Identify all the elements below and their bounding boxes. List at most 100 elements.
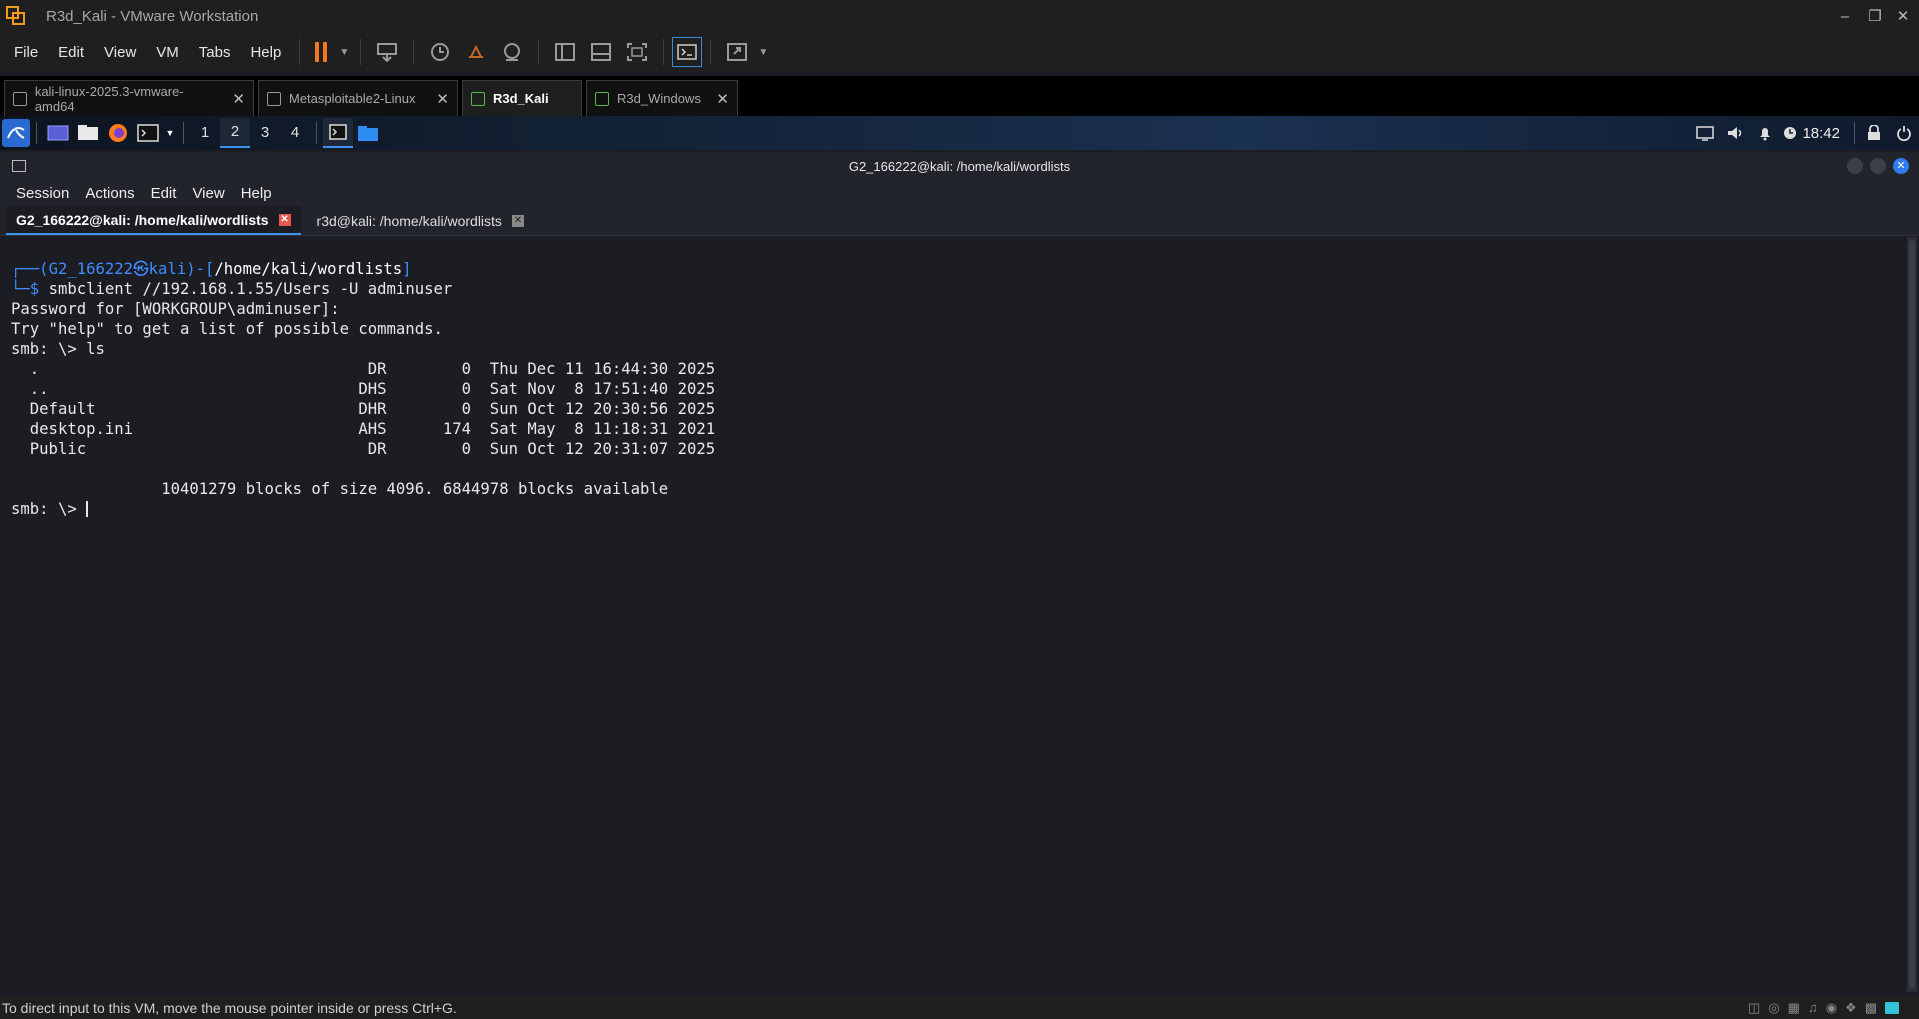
close-icon[interactable]: ✕ (220, 90, 245, 108)
snapshot-manager-icon[interactable] (494, 37, 530, 67)
lock-icon[interactable] (1859, 118, 1889, 148)
chevron-down-icon[interactable]: ▼ (163, 118, 177, 148)
text-cursor (86, 501, 89, 517)
workspace-1[interactable]: 1 (190, 119, 220, 147)
sound-card-icon[interactable]: ♫ (1808, 1000, 1818, 1015)
revert-snapshot-icon[interactable] (458, 37, 494, 67)
terminal-icon[interactable] (133, 118, 163, 148)
taskbar-folder-icon[interactable] (353, 118, 383, 148)
menu-vm[interactable]: VM (146, 44, 189, 61)
taskbar-terminal-icon[interactable] (323, 118, 353, 148)
volume-icon[interactable] (1720, 118, 1750, 148)
show-desktop-icon[interactable] (43, 118, 73, 148)
vm-tab-bar: kali-linux-2025.3-vmware-amd64 ✕ Metaspl… (0, 76, 1919, 116)
close-tab-icon[interactable]: ✕ (511, 214, 524, 227)
vm-tab-kali-linux[interactable]: kali-linux-2025.3-vmware-amd64 ✕ (4, 80, 254, 116)
library-view-icon[interactable] (547, 37, 583, 67)
workspace-4[interactable]: 4 (280, 119, 310, 147)
menu-edit[interactable]: Edit (143, 185, 185, 202)
vm-tab-label: kali-linux-2025.3-vmware-amd64 (34, 83, 184, 114)
help-line: Try "help" to get a list of possible com… (11, 320, 443, 338)
vmware-menubar: File Edit View VM Tabs Help ▼ ▼ (0, 32, 1919, 72)
usb-icon[interactable]: ◉ (1826, 1000, 1837, 1016)
file-manager-icon[interactable] (73, 118, 103, 148)
workspace-2[interactable]: 2 (220, 118, 250, 148)
menu-file[interactable]: File (4, 44, 48, 61)
panel-clock[interactable]: 18:42 (1802, 125, 1840, 142)
pause-icon[interactable] (308, 37, 336, 67)
menu-help[interactable]: Help (240, 44, 291, 61)
close-button[interactable]: ✕ (1893, 158, 1909, 174)
prompt-path: /home/kali/wordlists (214, 260, 403, 278)
vm-tab-label: Metasploitable2-Linux (289, 91, 416, 106)
terminal-output[interactable]: ┌──(G2_166222㉿kali)-[/home/kali/wordlist… (0, 237, 1915, 992)
vm-tab-r3d-windows[interactable]: R3d_Windows ✕ (586, 80, 738, 116)
window-title: R3d_Kali - VMware Workstation (46, 7, 259, 25)
terminal-window-icon (12, 160, 26, 172)
command-line: smbclient //192.168.1.55/Users -U adminu… (48, 280, 453, 298)
cd-dvd-icon[interactable]: ◎ (1768, 1000, 1779, 1016)
listing-row: desktop.ini AHS 174 Sat May 8 11:18:31 2… (11, 420, 716, 438)
terminal-titlebar: G2_166222@kali: /home/kali/wordlists ✕ (0, 152, 1919, 180)
minimize-button[interactable]: – (1830, 0, 1860, 32)
terminal-tab-bar: G2_166222@kali: /home/kali/wordlists ✕ r… (0, 206, 1919, 236)
chevron-down-icon[interactable]: ▼ (755, 37, 771, 67)
send-ctrl-alt-del-icon[interactable] (369, 37, 405, 67)
snapshot-icon[interactable] (422, 37, 458, 67)
vm-tab-label: R3d_Kali (493, 91, 549, 106)
menu-actions[interactable]: Actions (77, 185, 142, 202)
terminal-tab-r3d[interactable]: r3d@kali: /home/kali/wordlists ✕ (307, 206, 534, 235)
clock-icon (1780, 118, 1800, 148)
terminal-menubar: Session Actions Edit View Help (0, 180, 1919, 206)
vm-tab-r3d-kali[interactable]: R3d_Kali (462, 80, 582, 116)
close-window-button[interactable]: ✕ (1888, 0, 1918, 32)
chevron-down-icon[interactable]: ▼ (336, 37, 352, 67)
kali-top-panel: ▼ 1 2 3 4 18:42 (0, 116, 1919, 150)
vm-tab-label: R3d_Windows (617, 91, 701, 106)
listing-row: Default DHR 0 Sun Oct 12 20:30:56 2025 (11, 400, 716, 418)
menu-view[interactable]: View (184, 185, 232, 202)
stretch-guest-icon[interactable] (719, 37, 755, 67)
notification-bell-icon[interactable] (1750, 118, 1780, 148)
vmware-logo-icon (6, 6, 26, 26)
menu-help[interactable]: Help (233, 185, 280, 202)
restore-button[interactable]: ❐ (1860, 0, 1890, 32)
vmware-status-bar: To direct input to this VM, move the mou… (0, 996, 1919, 1019)
message-log-icon[interactable] (1885, 1001, 1899, 1014)
wifi-icon[interactable]: ❖ (1845, 1000, 1857, 1016)
ls-command-line: smb: \> ls (11, 340, 105, 358)
maximize-button[interactable] (1870, 158, 1886, 174)
prompt-user: G2_166222 (48, 260, 134, 278)
prompt-host: kali (148, 260, 187, 278)
workspace-3[interactable]: 3 (250, 119, 280, 147)
menu-view[interactable]: View (94, 44, 146, 61)
close-icon[interactable]: ✕ (704, 90, 729, 108)
firefox-icon[interactable] (103, 118, 133, 148)
hard-disk-icon[interactable]: ◫ (1748, 1000, 1760, 1016)
display-icon[interactable] (1690, 118, 1720, 148)
menu-tabs[interactable]: Tabs (189, 44, 241, 61)
terminal-tab-g2[interactable]: G2_166222@kali: /home/kali/wordlists ✕ (6, 206, 301, 235)
kali-menu-icon[interactable] (2, 119, 30, 147)
terminal-tab-label: r3d@kali: /home/kali/wordlists (316, 212, 502, 229)
close-icon[interactable]: ✕ (424, 90, 449, 108)
fullscreen-icon[interactable] (619, 37, 655, 67)
menu-edit[interactable]: Edit (48, 44, 94, 61)
thumbnail-view-icon[interactable] (583, 37, 619, 67)
close-tab-icon[interactable]: ✕ (278, 213, 291, 226)
console-view-icon[interactable] (672, 37, 703, 67)
network-adapter-icon[interactable]: ▦ (1788, 1000, 1800, 1016)
listing-row: Public DR 0 Sun Oct 12 20:31:07 2025 (11, 440, 716, 458)
blocks-summary-line: 10401279 blocks of size 4096. 6844978 bl… (11, 480, 669, 498)
scrollbar-thumb[interactable] (1909, 240, 1915, 988)
menu-session[interactable]: Session (8, 185, 77, 202)
vm-icon (267, 91, 281, 106)
printer-icon[interactable]: ▩ (1865, 1000, 1877, 1016)
listing-row: . DR 0 Thu Dec 11 16:44:30 2025 (11, 360, 716, 378)
vm-icon (13, 91, 27, 106)
terminal-title: G2_166222@kali: /home/kali/wordlists (848, 158, 1071, 174)
power-icon[interactable] (1889, 118, 1919, 148)
running-vm-icon (595, 91, 609, 106)
minimize-button[interactable] (1847, 158, 1863, 174)
vm-tab-metasploitable[interactable]: Metasploitable2-Linux ✕ (258, 80, 458, 116)
